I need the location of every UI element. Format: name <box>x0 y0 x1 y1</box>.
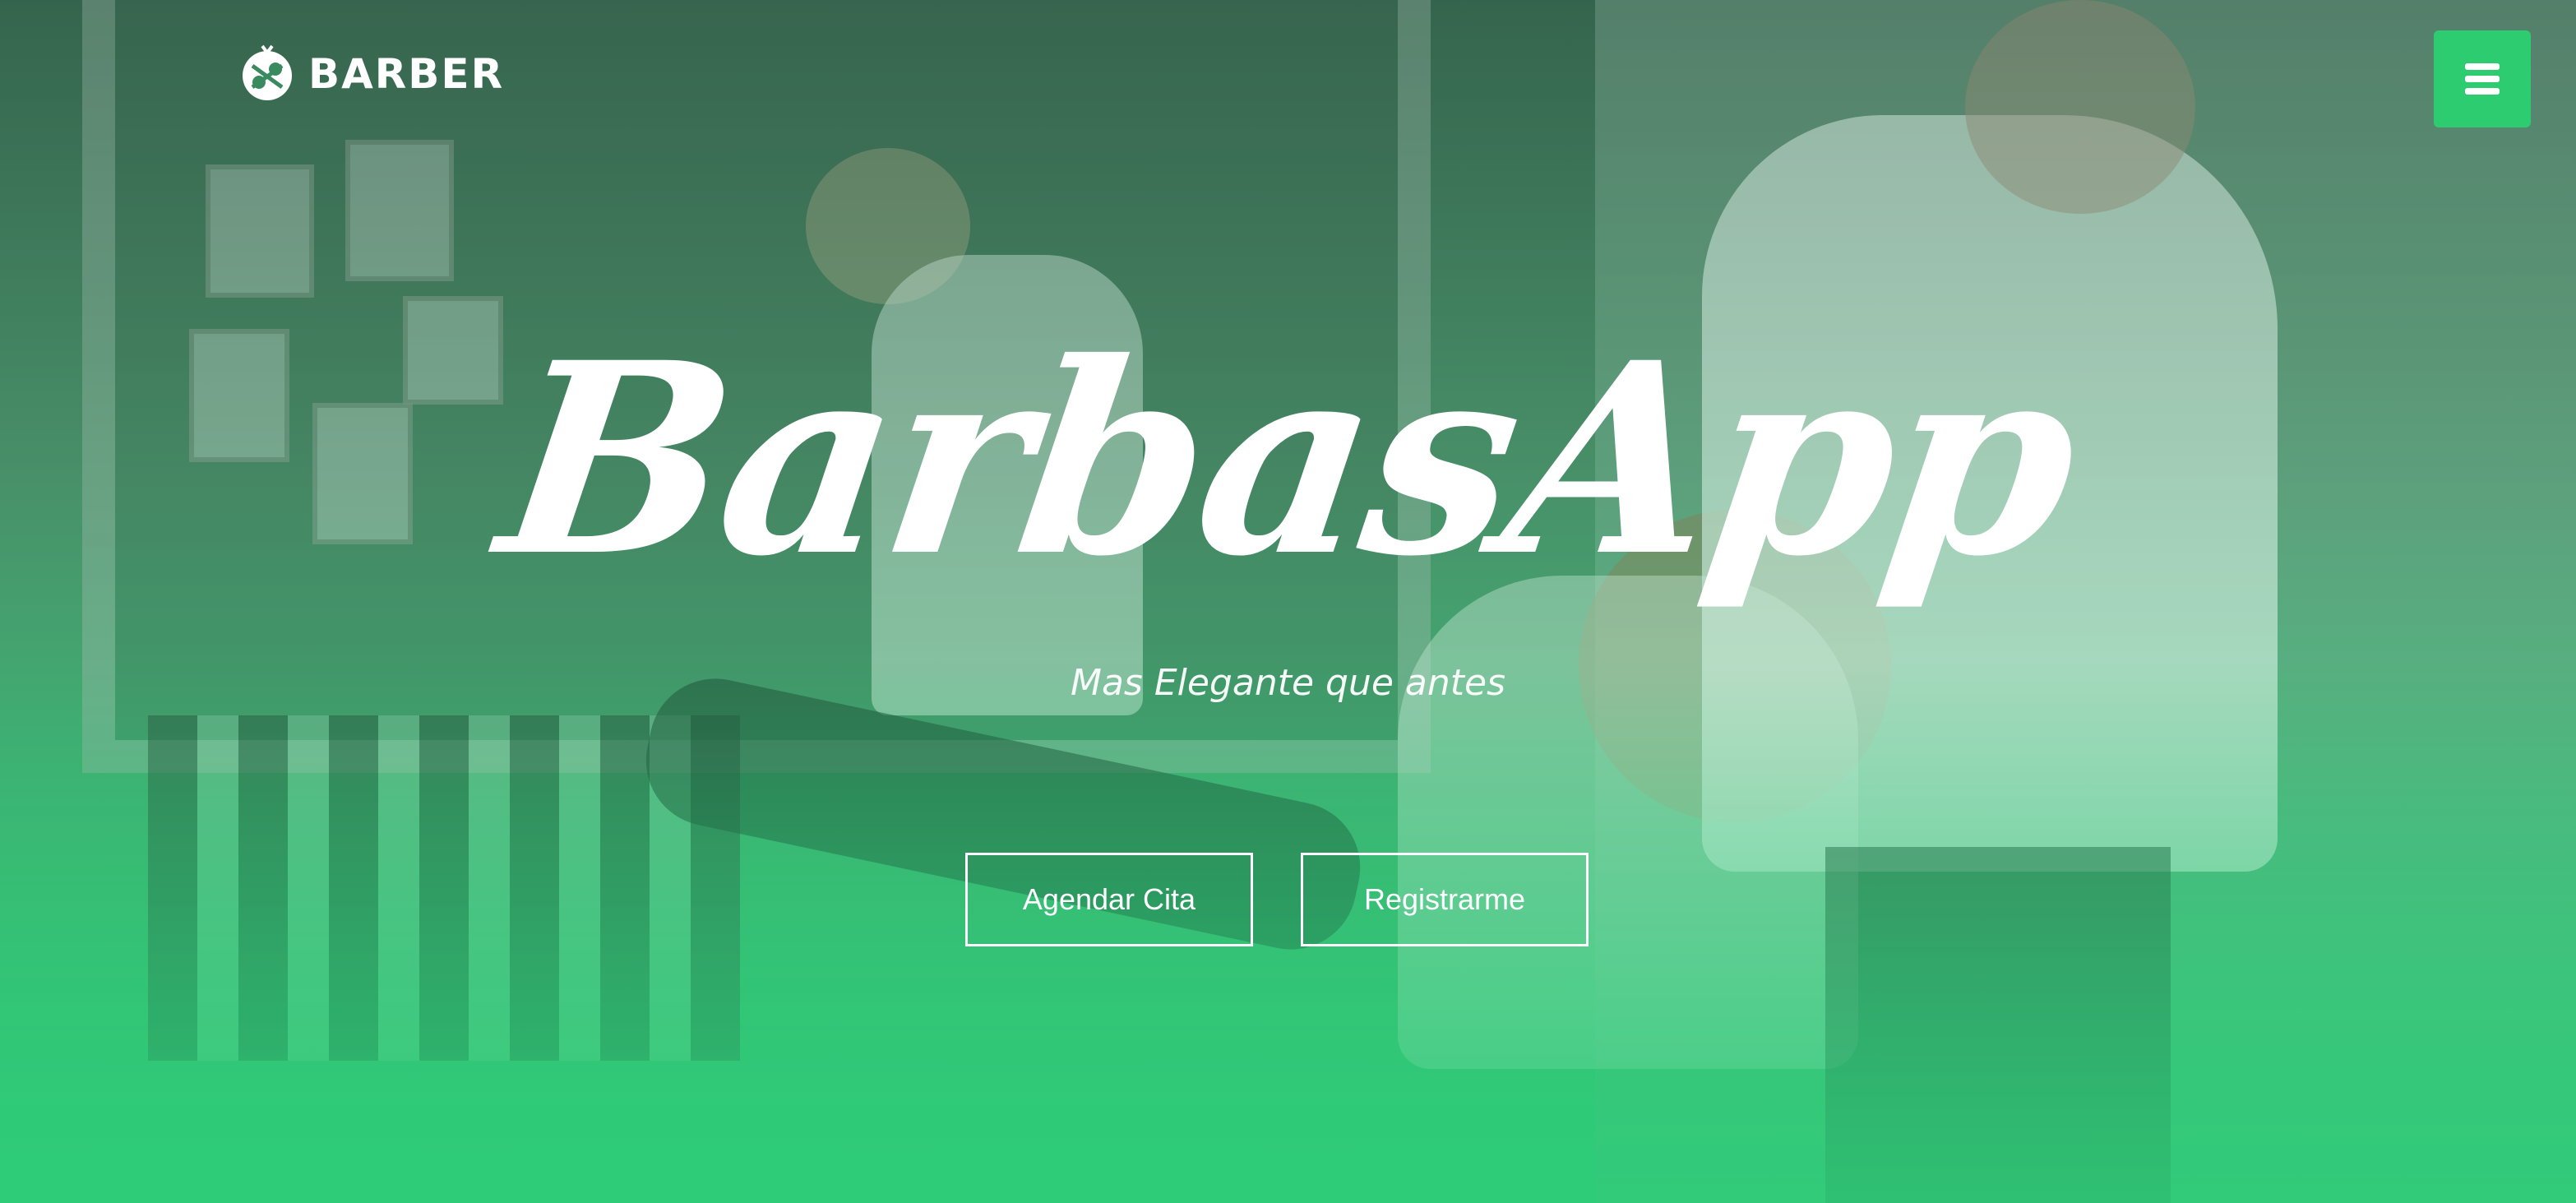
brand-logo-link[interactable]: BARBER <box>234 41 504 107</box>
brand-name: BARBER <box>308 50 505 98</box>
schedule-appointment-button[interactable]: Agendar Cita <box>965 853 1253 946</box>
register-button[interactable]: Registrarme <box>1301 853 1589 946</box>
barber-scissors-logo-icon <box>234 41 300 107</box>
hero-actions: Agendar Cita Registrarme <box>965 853 1589 946</box>
menu-toggle-button[interactable] <box>2434 30 2531 127</box>
hero-subtitle: Mas Elegante que antes <box>1071 662 1505 704</box>
hero-title: BarbasApp <box>485 306 2091 614</box>
hamburger-menu-icon <box>2463 60 2501 98</box>
hero-section: BARBER BarbasApp Mas Elegante que antes … <box>0 0 2576 1203</box>
